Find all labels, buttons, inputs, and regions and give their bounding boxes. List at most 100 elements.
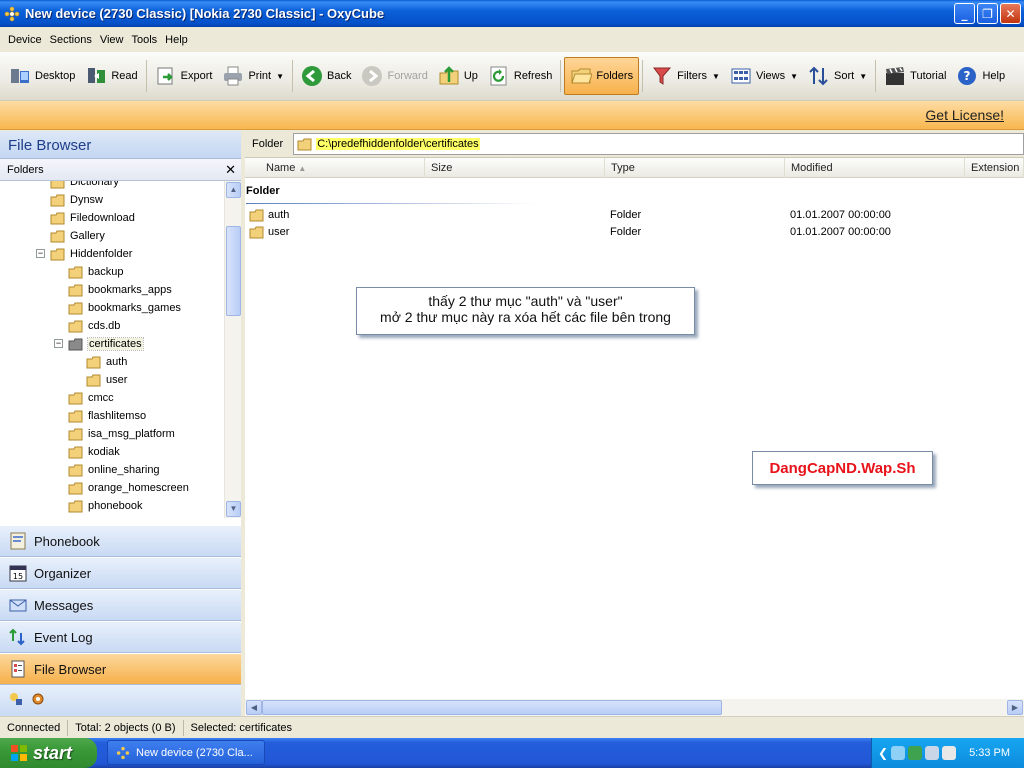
tree-item[interactable]: online_sharing bbox=[68, 461, 160, 479]
tree-collapse-toggle[interactable]: − bbox=[36, 249, 45, 258]
tree-item[interactable]: bookmarks_games bbox=[68, 299, 181, 317]
scroll-thumb[interactable] bbox=[226, 226, 241, 316]
print-button[interactable]: Print ▼ bbox=[217, 57, 289, 95]
column-extension[interactable]: Extension bbox=[965, 158, 1024, 178]
table-row[interactable]: auth Folder 01.01.2007 00:00:00 bbox=[245, 207, 1024, 224]
scroll-thumb[interactable] bbox=[262, 700, 722, 715]
device-settings-icon[interactable] bbox=[8, 691, 24, 710]
refresh-button[interactable]: Refresh bbox=[483, 57, 558, 95]
scroll-left-icon[interactable]: ◀ bbox=[246, 700, 262, 715]
network-icon[interactable] bbox=[891, 746, 906, 760]
read-button[interactable]: Read bbox=[80, 57, 142, 95]
close-icon[interactable]: ✕ bbox=[225, 162, 236, 178]
row-type: Folder bbox=[610, 226, 642, 238]
views-grid-icon bbox=[730, 65, 752, 87]
clock[interactable]: 5:33 PM bbox=[969, 747, 1010, 759]
nav-messages[interactable]: Messages bbox=[0, 589, 241, 621]
column-type[interactable]: Type bbox=[605, 158, 785, 178]
tree-item[interactable]: − certificates bbox=[54, 335, 144, 353]
speaker-icon[interactable] bbox=[942, 746, 957, 760]
group-header: Folder bbox=[246, 185, 280, 197]
toolbar-separator bbox=[292, 60, 293, 92]
close-button[interactable]: ✕ bbox=[1000, 3, 1021, 24]
tree-item[interactable]: cmcc bbox=[68, 389, 114, 407]
views-button[interactable]: Views ▼ bbox=[725, 57, 803, 95]
tree-item[interactable]: kodiak bbox=[68, 443, 120, 461]
nav-file-browser[interactable]: File Browser bbox=[0, 653, 241, 685]
get-license-link[interactable]: Get License! bbox=[925, 107, 1004, 123]
back-label: Back bbox=[327, 70, 352, 82]
desktop-button[interactable]: Desktop bbox=[4, 57, 80, 95]
folder-icon bbox=[50, 230, 66, 243]
folder-icon bbox=[68, 428, 84, 441]
folder-icon bbox=[68, 482, 84, 495]
back-arrow-icon bbox=[301, 65, 323, 87]
folders-button[interactable]: Folders bbox=[564, 57, 640, 95]
tree-item[interactable]: Gallery bbox=[50, 227, 105, 245]
column-headers: Name ▲ Size Type Modified Extension bbox=[245, 158, 1024, 178]
export-button[interactable]: Export bbox=[150, 57, 218, 95]
nav-event-log[interactable]: Event Log bbox=[0, 621, 241, 653]
scroll-up-icon[interactable]: ▲ bbox=[226, 182, 241, 198]
start-button[interactable]: start bbox=[0, 738, 97, 768]
tree-item[interactable]: bookmarks_apps bbox=[68, 281, 172, 299]
menu-help[interactable]: Help bbox=[161, 34, 192, 46]
restore-button[interactable]: ❐ bbox=[977, 3, 998, 24]
tree-item[interactable]: Filedownload bbox=[50, 209, 135, 227]
sort-button[interactable]: Sort ▼ bbox=[803, 57, 872, 95]
folder-icon bbox=[68, 320, 84, 333]
tree-scrollbar[interactable]: ▲ ▼ bbox=[224, 181, 241, 518]
tree-item[interactable]: user bbox=[86, 371, 127, 389]
scroll-down-icon[interactable]: ▼ bbox=[226, 501, 241, 517]
back-button[interactable]: Back bbox=[296, 57, 356, 95]
menu-device[interactable]: Device bbox=[4, 34, 46, 46]
tutorial-button[interactable]: Tutorial bbox=[879, 57, 951, 95]
export-label: Export bbox=[180, 70, 213, 82]
folders-header: Folders ✕ bbox=[0, 159, 241, 181]
tree-item[interactable]: auth bbox=[86, 353, 127, 371]
tree-item[interactable]: flashlitemso bbox=[68, 407, 146, 425]
path-label: Folder bbox=[252, 138, 284, 150]
toolbar-separator bbox=[145, 60, 147, 92]
folder-tree: Dictionary Dynsw Filedownload Gallery − Hidde… bbox=[0, 181, 224, 518]
tree-item[interactable]: − Hiddenfolder bbox=[36, 245, 132, 263]
tree-item[interactable]: cds.db bbox=[68, 317, 120, 335]
tree-item[interactable]: Dictionary bbox=[50, 181, 119, 191]
menu-view[interactable]: View bbox=[96, 34, 128, 46]
nav-phonebook[interactable]: Phonebook bbox=[0, 525, 241, 557]
menu-tools[interactable]: Tools bbox=[127, 34, 161, 46]
tree-item[interactable]: phonebook bbox=[68, 497, 142, 515]
tree-item-label: isa_msg_platform bbox=[88, 428, 175, 440]
security-icon[interactable] bbox=[925, 746, 940, 760]
tools-gear-icon[interactable] bbox=[30, 691, 46, 710]
tree-collapse-toggle[interactable]: − bbox=[54, 339, 63, 348]
title-bar[interactable]: New device (2730 Classic) [Nokia 2730 Cl… bbox=[0, 0, 1024, 27]
globe-icon[interactable] bbox=[908, 746, 923, 760]
tree-item[interactable]: backup bbox=[68, 263, 123, 281]
taskbar-window-item[interactable]: New device (2730 Cla... bbox=[107, 740, 265, 765]
menu-sections[interactable]: Sections bbox=[46, 34, 96, 46]
scroll-right-icon[interactable]: ▶ bbox=[1007, 700, 1023, 715]
table-row[interactable]: user Folder 01.01.2007 00:00:00 bbox=[245, 224, 1024, 241]
tree-item[interactable]: Dynsw bbox=[50, 191, 103, 209]
column-size[interactable]: Size bbox=[425, 158, 605, 178]
folder-icon bbox=[68, 500, 84, 513]
tree-item[interactable]: orange_homescreen bbox=[68, 479, 189, 497]
column-name[interactable]: Name ▲ bbox=[260, 158, 425, 178]
path-field[interactable]: C:\predefhiddenfolder\certificates bbox=[293, 133, 1024, 155]
horizontal-scrollbar[interactable]: ◀ ▶ bbox=[245, 699, 1024, 716]
start-label: start bbox=[33, 742, 73, 763]
filters-button[interactable]: Filters ▼ bbox=[646, 57, 725, 95]
nav-organizer[interactable]: 15 Organizer bbox=[0, 557, 241, 589]
up-label: Up bbox=[463, 70, 478, 82]
column-modified[interactable]: Modified bbox=[785, 158, 965, 178]
minimize-button[interactable]: _ bbox=[954, 3, 975, 24]
up-button[interactable]: Up bbox=[433, 57, 483, 95]
tray-expand-icon[interactable]: ❮ bbox=[878, 746, 888, 760]
chevron-down-icon: ▼ bbox=[276, 71, 284, 81]
folder-icon bbox=[68, 284, 84, 297]
forward-button[interactable]: Forward bbox=[356, 57, 432, 95]
tree-item[interactable]: isa_msg_platform bbox=[68, 425, 175, 443]
help-button[interactable]: ? Help bbox=[951, 57, 1010, 95]
tree-item[interactable]: settings bbox=[68, 515, 126, 518]
